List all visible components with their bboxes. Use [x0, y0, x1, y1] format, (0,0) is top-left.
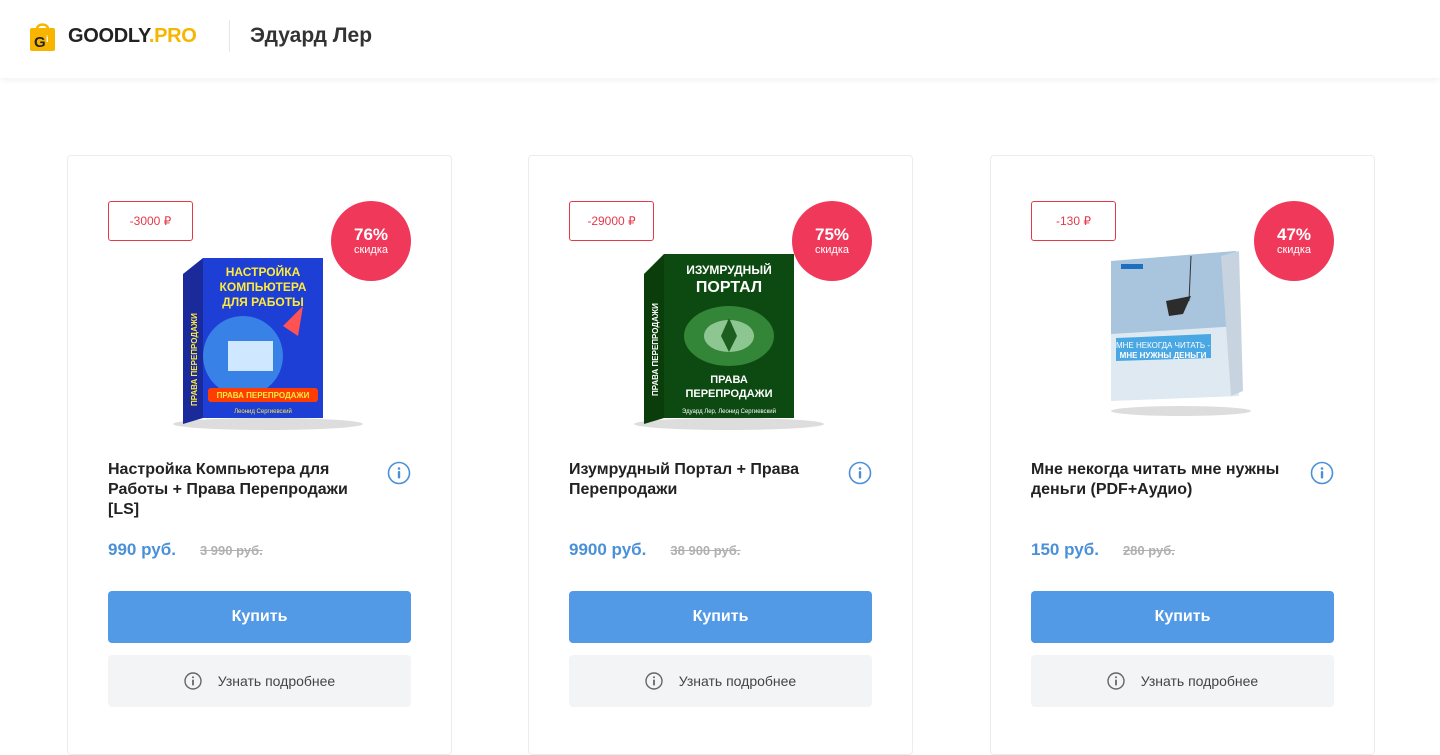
product-image[interactable]: МНЕ НЕКОГДА ЧИТАТЬ - МНЕ НУЖНЫ ДЕНЬГИ	[1071, 246, 1301, 436]
info-icon	[1107, 672, 1125, 690]
svg-text:G: G	[34, 34, 46, 51]
logo-main: GOODLY	[68, 24, 149, 47]
info-icon[interactable]	[848, 461, 872, 485]
discount-amount-tag: -3000 ₽	[108, 201, 193, 241]
discount-percent: 76%	[353, 224, 389, 244]
product-card: -130 ₽ 47% скидка МНЕ НЕКОГДА ЧИТАТЬ - М…	[990, 155, 1375, 755]
svg-text:ПОРТАЛ: ПОРТАЛ	[696, 279, 762, 296]
discount-amount-tag: -29000 ₽	[569, 201, 654, 241]
old-price: 3 990 руб.	[199, 543, 263, 558]
info-icon	[645, 672, 663, 690]
product-image[interactable]: ИЗУМРУДНЫЙ ПОРТАЛ ПРАВА ПЕРЕПРОДАЖИ Эдуа…	[609, 246, 839, 436]
svg-text:ПРАВА: ПРАВА	[710, 374, 748, 386]
svg-text:ДЛЯ РАБОТЫ: ДЛЯ РАБОТЫ	[222, 295, 304, 309]
learn-more-label: Узнать подробнее	[678, 673, 797, 689]
logo-accent: .PRO	[148, 24, 197, 47]
top-header: G i GOODLY.PRO Эдуард Лер	[0, 0, 1440, 78]
info-icon[interactable]	[387, 461, 411, 485]
current-price: 990 руб.	[108, 540, 176, 559]
product-card: -29000 ₽ 75% скидка ИЗУМРУДНЫЙ ПОРТАЛ ПР…	[528, 155, 913, 755]
box-side: МНЕ НУЖНЫ ДЕНЬГИ	[1120, 351, 1207, 360]
old-price: 280 руб.	[1122, 543, 1175, 558]
svg-text:i: i	[46, 34, 49, 44]
price-row: 150 руб. 280 руб.	[1031, 540, 1175, 560]
current-price: 9900 руб.	[569, 540, 647, 559]
svg-text:ПЕРЕПРОДАЖИ: ПЕРЕПРОДАЖИ	[685, 388, 772, 400]
buy-button[interactable]: Купить	[1031, 591, 1334, 643]
product-image[interactable]: ПРАВА ПЕРЕПРОДАЖИ НАСТРОЙКА КОМПЬЮТЕРА Д…	[148, 246, 378, 436]
learn-more-button[interactable]: Узнать подробнее	[1031, 655, 1334, 707]
box-side: ПРАВА ПЕРЕПРОДАЖИ	[651, 303, 660, 396]
buy-button[interactable]: Купить	[108, 591, 411, 643]
info-icon[interactable]	[1310, 461, 1334, 485]
header-divider	[229, 20, 230, 52]
discount-percent: 47%	[1276, 224, 1312, 244]
discount-amount-tag: -130 ₽	[1031, 201, 1116, 241]
learn-more-button[interactable]: Узнать подробнее	[108, 655, 411, 707]
box-ribbon: ПРАВА ПЕРЕПРОДАЖИ	[217, 391, 310, 400]
product-title[interactable]: Изумрудный Портал + Права Перепродажи	[569, 460, 839, 500]
product-title[interactable]: Настройка Компьютера для Работы + Права …	[108, 460, 378, 520]
svg-text:ИЗУМРУДНЫЙ: ИЗУМРУДНЫЙ	[686, 262, 771, 277]
box-author: Эдуард Лер, Леонид Сергиевский	[682, 408, 776, 415]
current-price: 150 руб.	[1031, 540, 1099, 559]
learn-more-button[interactable]: Узнать подробнее	[569, 655, 872, 707]
info-icon	[184, 672, 202, 690]
author-name: Эдуард Лер	[250, 24, 373, 47]
box-author: Леонид Сергиевский	[234, 408, 292, 415]
buy-button[interactable]: Купить	[569, 591, 872, 643]
box-side: ПРАВА ПЕРЕПРОДАЖИ	[190, 313, 199, 406]
shopping-bag-icon: G i	[30, 23, 55, 51]
logo-text: GOODLY.PRO	[68, 25, 197, 48]
logo[interactable]: G i GOODLY.PRO	[29, 19, 197, 53]
price-row: 990 руб. 3 990 руб.	[108, 540, 263, 560]
product-card: -3000 ₽ 76% скидка ПРАВА ПЕРЕПРОДАЖИ НАС…	[67, 155, 452, 755]
learn-more-label: Узнать подробнее	[1140, 673, 1259, 689]
box-title: МНЕ НЕКОГДА ЧИТАТЬ -	[1116, 341, 1210, 350]
svg-text:НАСТРОЙКА: НАСТРОЙКА	[226, 264, 301, 279]
learn-more-label: Узнать подробнее	[217, 673, 336, 689]
svg-text:КОМПЬЮТЕРА: КОМПЬЮТЕРА	[220, 280, 307, 294]
product-title[interactable]: Мне некогда читать мне нужны деньги (PDF…	[1031, 460, 1301, 500]
price-row: 9900 руб. 38 900 руб.	[569, 540, 740, 560]
old-price: 38 900 руб.	[670, 543, 741, 558]
discount-percent: 75%	[814, 224, 850, 244]
